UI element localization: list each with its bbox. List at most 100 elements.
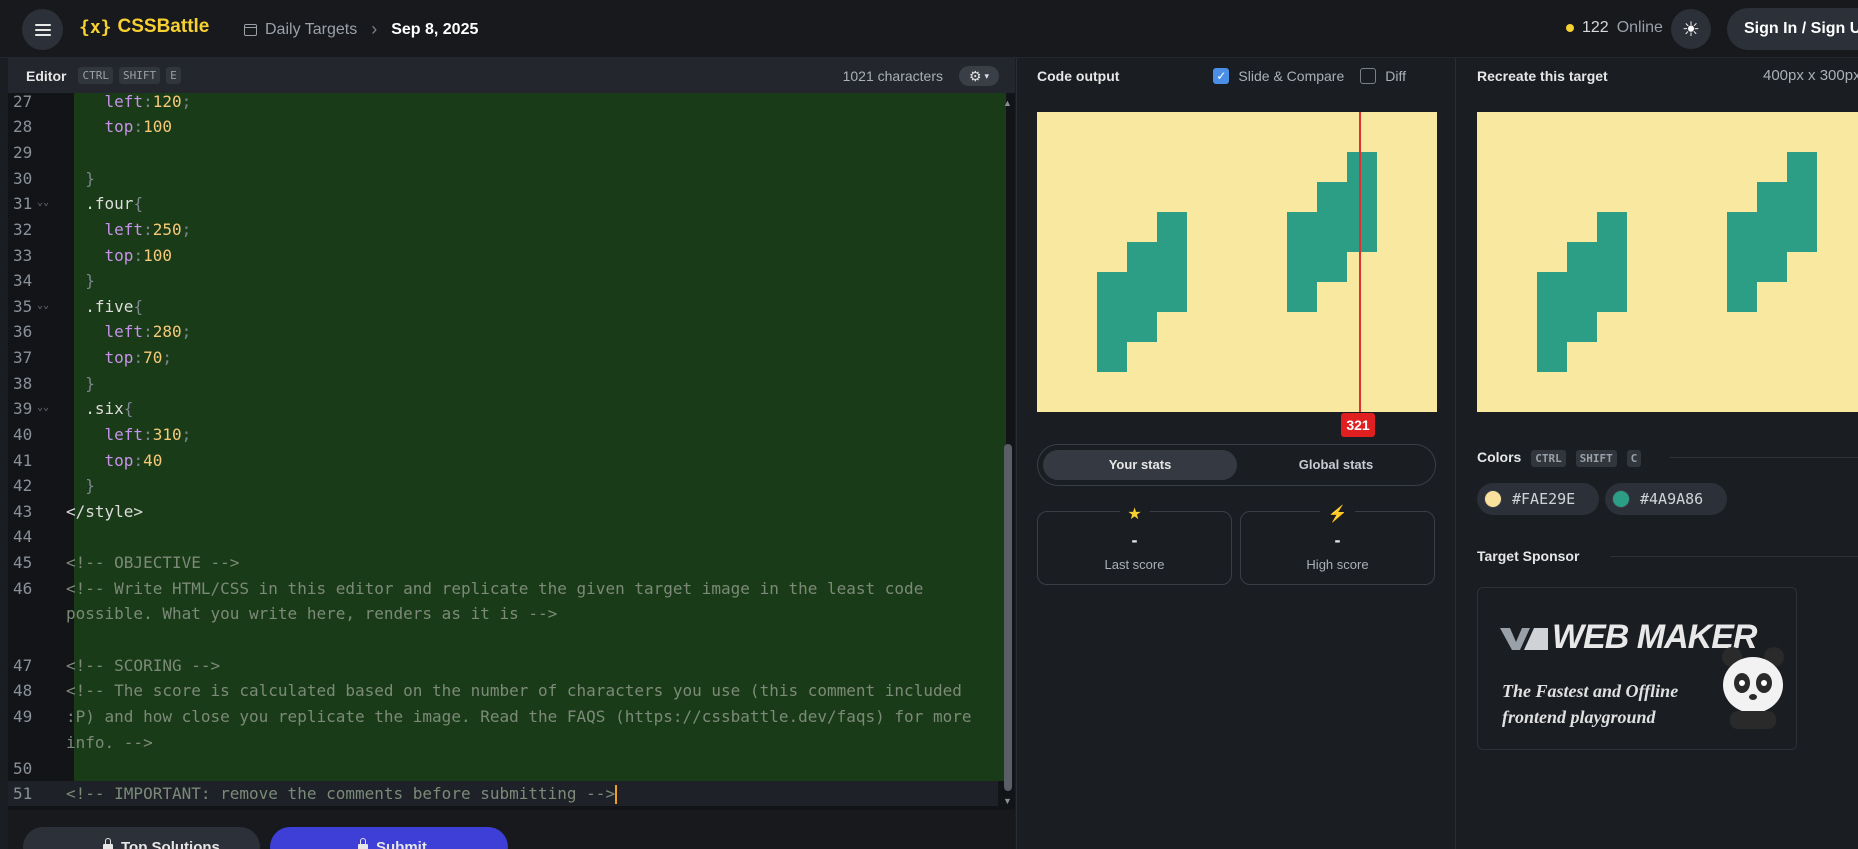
code-line: <!-- Write HTML/CSS in this editor and r… xyxy=(66,579,924,598)
calendar-icon xyxy=(244,23,257,36)
code-line: </style> xyxy=(66,502,144,521)
lightning-icon: ⚡ xyxy=(1319,504,1356,524)
color-chip-green[interactable]: #4A9A86 xyxy=(1605,483,1727,515)
target-shape-block xyxy=(1537,272,1567,372)
sponsor-tagline: The Fastest and Offline frontend playgro… xyxy=(1502,681,1679,727)
high-score-value: - xyxy=(1334,530,1341,550)
lock-icon xyxy=(358,838,368,849)
target-shape-block xyxy=(1727,212,1757,312)
tab-global-stats[interactable]: Global stats xyxy=(1242,450,1430,480)
code-line: .six{ xyxy=(85,399,134,418)
editor-header: Editor CTRL SHIFT E 1021 characters ⚙ ▾ xyxy=(8,58,1015,93)
breadcrumb-date: Sep 8, 2025 xyxy=(391,20,479,38)
high-score-card: ⚡ - High score xyxy=(1240,504,1435,585)
section-divider xyxy=(1670,457,1858,458)
sign-in-button[interactable]: Sign In / Sign Up xyxy=(1727,8,1858,50)
scrollbar-thumb[interactable] xyxy=(1004,444,1012,791)
webmaker-logo-icon xyxy=(1500,628,1548,650)
logo[interactable]: {x} CSSBattle xyxy=(79,16,209,38)
shape-block xyxy=(1347,152,1377,252)
sun-icon[interactable]: ☀ xyxy=(1671,9,1711,49)
top-solutions-button[interactable]: Top Solutions xyxy=(23,827,260,849)
shortcut-key: CTRL xyxy=(1531,450,1566,467)
target-shape-block xyxy=(1567,242,1597,342)
section-divider xyxy=(1610,556,1858,557)
sponsor-banner[interactable]: WEB MAKER The Fastest and Offline fronte… xyxy=(1477,587,1797,750)
text-cursor xyxy=(615,785,618,804)
shortcut-key: CTRL xyxy=(78,67,113,84)
shape-block xyxy=(1317,182,1347,282)
color-chip-yellow[interactable]: #FAE29E xyxy=(1477,483,1599,515)
slide-compare-checkbox[interactable]: ✓ xyxy=(1213,67,1230,84)
target-title: Recreate this target xyxy=(1477,67,1608,84)
shortcut-key: E xyxy=(166,67,181,84)
shortcut-key: SHIFT xyxy=(118,67,161,84)
compare-position-badge: 321 xyxy=(1341,413,1375,437)
online-label: Online xyxy=(1616,19,1663,36)
last-score-card: ★ - Last score xyxy=(1037,504,1232,585)
code-line: .five{ xyxy=(85,297,144,316)
fold-icon[interactable]: ⌄⌄ xyxy=(37,300,49,311)
top-bar: {x} CSSBattle Daily Targets › Sep 8, 202… xyxy=(0,0,1858,58)
code-line: .four{ xyxy=(85,194,144,213)
code-line: } xyxy=(66,169,95,188)
stats-tabs: Your stats Global stats xyxy=(1037,444,1436,486)
lock-icon xyxy=(103,838,113,849)
code-line: left:310; xyxy=(104,425,192,444)
chevron-right-icon: › xyxy=(371,19,378,39)
code-line: top:70; xyxy=(104,348,172,367)
logo-mark: {x} xyxy=(79,16,112,38)
shape-block xyxy=(1097,272,1127,372)
code-line: possible. What you write here, renders a… xyxy=(66,604,558,623)
selection-highlight xyxy=(74,93,1006,781)
color-swatch xyxy=(1612,490,1630,508)
code-line: left:250; xyxy=(104,220,192,239)
code-line: top:100 xyxy=(104,117,172,136)
last-score-label: Last score xyxy=(1104,557,1165,572)
target-canvas xyxy=(1477,112,1858,412)
fold-icon[interactable]: ⌄⌄ xyxy=(37,197,49,208)
target-shape-block xyxy=(1597,212,1627,312)
code-line: } xyxy=(66,476,95,495)
target-size: 400px x 300px xyxy=(1763,67,1858,84)
panel-divider[interactable] xyxy=(1016,58,1017,849)
code-line: <!-- OBJECTIVE --> xyxy=(66,553,240,572)
code-line: <!-- The score is calculated based on th… xyxy=(66,681,962,700)
code-output-canvas[interactable] xyxy=(1037,112,1437,412)
slide-compare-label[interactable]: Slide & Compare xyxy=(1238,68,1344,84)
target-shape-block xyxy=(1757,182,1787,282)
code-line: left:280; xyxy=(104,322,192,341)
diff-checkbox[interactable] xyxy=(1360,67,1377,84)
tab-your-stats[interactable]: Your stats xyxy=(1043,450,1237,480)
diff-label[interactable]: Diff xyxy=(1385,68,1406,84)
target-shape-block xyxy=(1787,152,1817,252)
last-score-value: - xyxy=(1131,530,1138,550)
code-line: info. --> xyxy=(66,733,153,752)
shape-block xyxy=(1127,242,1157,342)
color-swatch xyxy=(1484,490,1502,508)
scroll-up-icon[interactable]: ▲ xyxy=(1003,98,1012,108)
code-line: :P) and how close you replicate the imag… xyxy=(66,707,972,726)
code-line: } xyxy=(66,374,95,393)
online-dot-icon xyxy=(1566,24,1574,32)
code-line: } xyxy=(66,271,95,290)
online-indicator: 122 Online xyxy=(1566,19,1663,37)
output-header: Code output ✓ Slide & Compare Diff xyxy=(1037,58,1437,93)
scroll-down-icon[interactable]: ▼ xyxy=(1003,796,1012,806)
character-count: 1021 characters xyxy=(842,68,943,84)
code-line: top:40 xyxy=(104,451,163,470)
breadcrumb-daily-targets[interactable]: Daily Targets xyxy=(265,21,357,39)
target-header: Recreate this target 400px x 300px xyxy=(1477,58,1858,93)
fold-icon[interactable]: ⌄⌄ xyxy=(37,402,49,413)
panel-divider[interactable] xyxy=(1455,58,1456,849)
sponsor-title: Target Sponsor xyxy=(1477,548,1580,564)
code-line: left:120; xyxy=(104,92,192,111)
submit-button[interactable]: Submit xyxy=(270,827,508,849)
online-count: 122 xyxy=(1582,19,1609,36)
gear-icon[interactable]: ⚙ ▾ xyxy=(959,66,999,86)
high-score-label: High score xyxy=(1306,557,1369,572)
star-icon: ★ xyxy=(1119,504,1150,524)
shape-block xyxy=(1157,212,1187,312)
compare-slider-line[interactable] xyxy=(1359,112,1361,412)
menu-icon[interactable] xyxy=(22,9,63,50)
